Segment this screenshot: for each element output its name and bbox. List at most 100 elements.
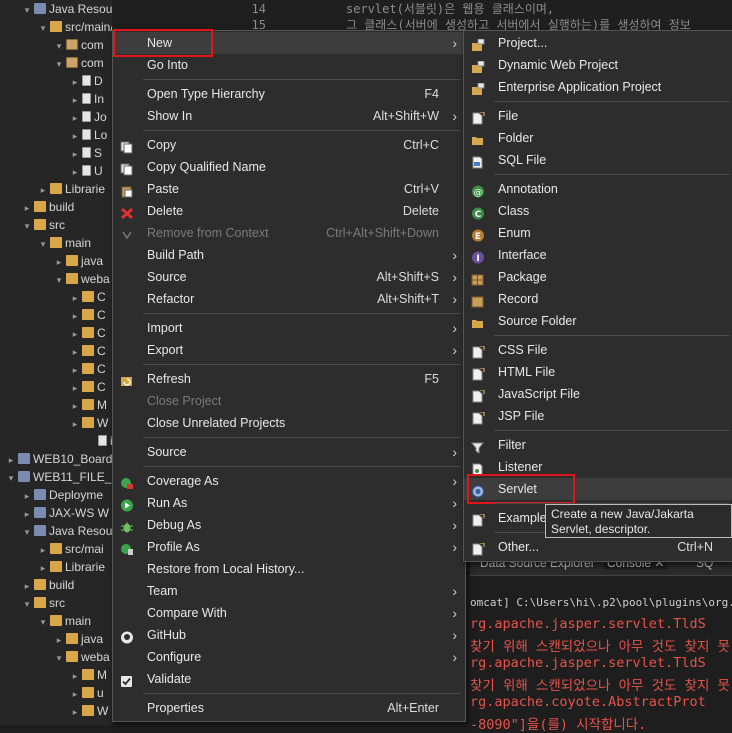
menu-item-delete[interactable]: Delete Delete (113, 200, 465, 222)
new-item-javascript-file[interactable]: JavaScript File (464, 383, 732, 405)
tree-item[interactable]: ▸ Lo (70, 126, 108, 145)
tree-item[interactable]: ▸ W (70, 414, 109, 433)
tree-item[interactable]: ▸ Librarie (38, 180, 105, 198)
tree-item[interactable]: ▸ C (70, 342, 106, 360)
chevron-right-icon[interactable]: ▸ (70, 91, 80, 109)
new-item-other[interactable]: Other... Ctrl+N (464, 536, 732, 558)
tree-item[interactable]: ▾ Java Resources (22, 0, 112, 18)
tree-item[interactable]: ▸ JAX-WS W (22, 504, 109, 522)
menu-item-export[interactable]: Export › (113, 339, 465, 361)
chevron-right-icon[interactable]: ▸ (70, 325, 80, 343)
chevron-right-icon[interactable]: ▸ (54, 631, 64, 649)
tree-item[interactable]: ▾ src/main/java (38, 18, 112, 36)
chevron-right-icon[interactable]: ▸ (38, 541, 48, 559)
tree-item[interactable]: ▸ Librarie (38, 558, 105, 576)
tree-item[interactable]: ▸ U (70, 162, 103, 180)
tree-item[interactable]: ▾ src (22, 216, 65, 234)
tree-item[interactable]: ▸ Jo (70, 108, 107, 126)
chevron-down-icon[interactable]: ▾ (54, 55, 64, 73)
tree-item[interactable]: ▸ M (70, 396, 107, 414)
chevron-right-icon[interactable]: ▸ (70, 703, 80, 721)
tree-item[interactable]: ▾ WEB11_FILE_U (6, 468, 112, 486)
new-item-interface[interactable]: I Interface (464, 244, 732, 266)
menu-item-github[interactable]: GitHub › (113, 624, 465, 646)
new-item-enum[interactable]: E Enum (464, 222, 732, 244)
menu-item-import[interactable]: Import › (113, 317, 465, 339)
chevron-down-icon[interactable]: ▾ (38, 19, 48, 37)
menu-item-show-in[interactable]: Show In Alt+Shift+W › (113, 105, 465, 127)
tree-item[interactable]: ▾ weba (54, 270, 110, 288)
tree-item[interactable]: ▸ W (70, 702, 109, 721)
chevron-right-icon[interactable]: ▸ (6, 451, 16, 469)
tree-item[interactable]: ▸ java (54, 630, 103, 648)
menu-item-source[interactable]: Source Alt+Shift+S › (113, 266, 465, 288)
menu-item-compare-with[interactable]: Compare With › (113, 602, 465, 624)
chevron-down-icon[interactable]: ▾ (22, 217, 32, 235)
chevron-right-icon[interactable]: ▸ (22, 577, 32, 595)
chevron-right-icon[interactable]: ▸ (70, 415, 80, 433)
tree-item[interactable]: ▸ u (70, 684, 104, 702)
menu-item-copy[interactable]: Copy Ctrl+C (113, 134, 465, 156)
chevron-right-icon[interactable]: ▸ (70, 361, 80, 379)
tree-item[interactable]: in (86, 432, 112, 450)
tree-item[interactable]: ▾ com (54, 36, 104, 54)
chevron-right-icon[interactable]: ▸ (70, 343, 80, 361)
menu-item-team[interactable]: Team › (113, 580, 465, 602)
menu-item-source[interactable]: Source › (113, 441, 465, 463)
tree-item[interactable]: ▸ src/mai (38, 540, 104, 558)
new-item-record[interactable]: Record (464, 288, 732, 310)
tree-item[interactable]: ▸ M (70, 666, 107, 684)
menu-item-run-as[interactable]: Run As › (113, 492, 465, 514)
tree-item[interactable]: ▾ weba (54, 648, 110, 666)
menu-item-coverage-as[interactable]: Coverage As › (113, 470, 465, 492)
new-item-sql-file[interactable]: SQL File (464, 149, 732, 171)
chevron-down-icon[interactable]: ▾ (22, 523, 32, 541)
new-item-file[interactable]: File (464, 105, 732, 127)
tree-item[interactable]: ▾ src (22, 594, 65, 612)
new-item-jsp-file[interactable]: JSP File (464, 405, 732, 427)
new-item-filter[interactable]: Filter (464, 434, 732, 456)
chevron-right-icon[interactable]: ▸ (70, 289, 80, 307)
new-item-package[interactable]: Package (464, 266, 732, 288)
new-item-folder[interactable]: Folder (464, 127, 732, 149)
chevron-right-icon[interactable]: ▸ (22, 505, 32, 523)
tree-item[interactable]: ▸ S (70, 144, 102, 162)
chevron-right-icon[interactable]: ▸ (22, 487, 32, 505)
chevron-right-icon[interactable]: ▸ (70, 379, 80, 397)
tree-item[interactable]: ▾ com (54, 54, 104, 72)
chevron-right-icon[interactable]: ▸ (70, 307, 80, 325)
menu-item-properties[interactable]: Properties Alt+Enter (113, 697, 465, 719)
menu-item-go-into[interactable]: Go Into (113, 54, 465, 76)
tree-item[interactable]: ▾ main (38, 234, 91, 252)
chevron-right-icon[interactable]: ▸ (38, 559, 48, 577)
chevron-down-icon[interactable]: ▾ (6, 469, 16, 487)
chevron-right-icon[interactable]: ▸ (38, 181, 48, 199)
chevron-right-icon[interactable]: ▸ (22, 199, 32, 217)
menu-item-configure[interactable]: Configure › (113, 646, 465, 668)
menu-item-profile-as[interactable]: Profile As › (113, 536, 465, 558)
chevron-right-icon[interactable]: ▸ (70, 73, 80, 91)
tree-item[interactable]: ▸ In (70, 90, 104, 108)
tree-item[interactable]: ▾ main (38, 612, 91, 630)
chevron-down-icon[interactable]: ▾ (54, 37, 64, 55)
menu-item-debug-as[interactable]: Debug As › (113, 514, 465, 536)
chevron-right-icon[interactable]: ▸ (70, 163, 80, 181)
tree-item[interactable]: ▸ WEB10_Board (6, 450, 112, 468)
tree-item[interactable]: ▾ Java Resou (22, 522, 112, 540)
menu-item-restore-from-local-history[interactable]: Restore from Local History... (113, 558, 465, 580)
new-item-annotation[interactable]: @ Annotation (464, 178, 732, 200)
chevron-right-icon[interactable]: ▸ (70, 127, 80, 145)
menu-item-refactor[interactable]: Refactor Alt+Shift+T › (113, 288, 465, 310)
new-item-project[interactable]: Project... (464, 32, 732, 54)
tree-item[interactable]: ▸ java (54, 252, 103, 270)
menu-item-build-path[interactable]: Build Path › (113, 244, 465, 266)
menu-item-refresh[interactable]: Refresh F5 (113, 368, 465, 390)
chevron-right-icon[interactable]: ▸ (70, 145, 80, 163)
menu-item-copy-qualified-name[interactable]: Copy Qualified Name (113, 156, 465, 178)
chevron-right-icon[interactable]: ▸ (70, 109, 80, 127)
new-item-dynamic-web-project[interactable]: Dynamic Web Project (464, 54, 732, 76)
menu-item-validate[interactable]: Validate (113, 668, 465, 690)
tree-item[interactable]: ▸ C (70, 378, 106, 396)
chevron-right-icon[interactable]: ▸ (70, 667, 80, 685)
new-item-source-folder[interactable]: Source Folder (464, 310, 732, 332)
